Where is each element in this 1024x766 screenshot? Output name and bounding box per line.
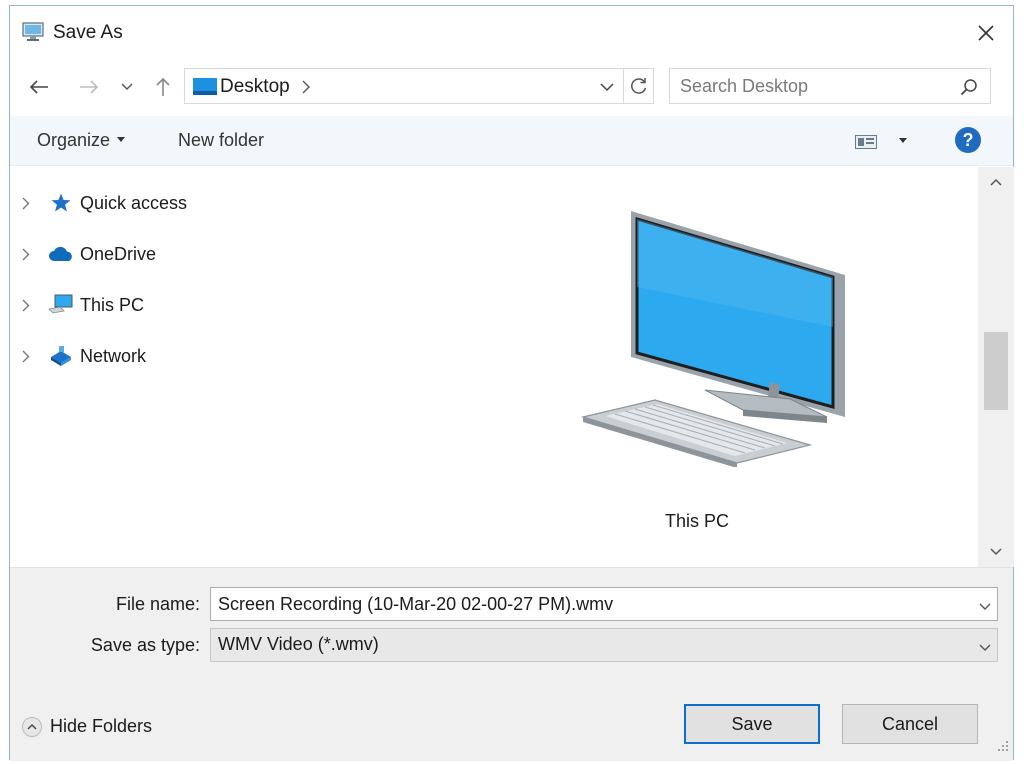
refresh-icon [630, 78, 646, 94]
address-dropdown-button[interactable] [595, 75, 619, 99]
expand-chevron-icon[interactable] [10, 299, 38, 312]
file-name-field[interactable] [210, 587, 998, 621]
up-arrow-icon [156, 77, 170, 96]
file-list: This PC [260, 167, 978, 567]
command-bar: Organize New folder ? [10, 116, 1013, 166]
chevron-down-icon [121, 83, 133, 91]
file-name-input[interactable] [218, 592, 958, 616]
search-box[interactable] [669, 68, 991, 104]
save-button[interactable]: Save [684, 704, 820, 744]
tree-item-this-pc[interactable]: This PC [10, 290, 250, 320]
refresh-button[interactable] [623, 69, 653, 103]
this-pc-item[interactable] [565, 207, 855, 472]
chevron-down-icon [979, 644, 991, 651]
search-input[interactable] [680, 74, 950, 98]
desktop-icon [193, 78, 217, 95]
close-icon [978, 25, 994, 41]
tree-item-label: This PC [80, 294, 145, 315]
file-name-label: File name: [115, 594, 200, 614]
breadcrumb-desktop[interactable]: Desktop [220, 76, 290, 98]
organize-label: Organize [37, 130, 111, 150]
star-icon [46, 190, 76, 216]
save-type-value: WMV Video (*.wmv) [218, 634, 379, 654]
search-icon[interactable] [960, 78, 978, 101]
organize-menu[interactable]: Organize [37, 130, 126, 151]
computer-icon [46, 292, 76, 318]
caret-down-icon[interactable] [899, 137, 907, 143]
tree-item-quick-access[interactable]: Quick access [10, 188, 250, 218]
caret-down-icon [117, 136, 126, 142]
chevron-down-icon [979, 603, 991, 610]
back-button[interactable] [26, 74, 52, 100]
new-folder-button[interactable]: New folder [178, 130, 264, 151]
hide-folders-button[interactable]: Hide Folders [22, 716, 152, 737]
address-bar[interactable]: Desktop [184, 68, 654, 104]
close-button[interactable] [969, 16, 1003, 50]
computer-icon [580, 211, 845, 468]
view-options-button[interactable] [855, 132, 915, 152]
file-name-dropdown[interactable] [979, 595, 991, 616]
save-type-select[interactable]: WMV Video (*.wmv) [210, 628, 998, 662]
chevron-down-icon [990, 548, 1002, 556]
title-bar: Save As [10, 6, 1013, 58]
cancel-button[interactable]: Cancel [842, 704, 978, 744]
tree-item-onedrive[interactable]: OneDrive [10, 239, 250, 269]
item-label[interactable]: This PC [665, 511, 729, 532]
save-as-dialog: Save As Desktop Search Desktop Organize … [9, 5, 1014, 761]
expand-chevron-icon[interactable] [10, 350, 38, 363]
scroll-thumb[interactable] [984, 332, 1008, 410]
up-button[interactable] [150, 74, 176, 100]
breadcrumb-chevron-icon[interactable] [302, 78, 310, 99]
back-arrow-icon [29, 80, 48, 94]
tree-item-label: OneDrive [80, 243, 157, 264]
tree-item-label: Quick access [80, 192, 188, 213]
recent-locations-button[interactable] [114, 74, 140, 100]
resize-grip-icon[interactable] [997, 736, 1009, 757]
view-options-icon [855, 135, 877, 149]
scroll-up-button[interactable] [978, 167, 1014, 197]
tree-item-network[interactable]: Network [10, 341, 250, 371]
vertical-scrollbar[interactable] [978, 167, 1014, 567]
help-button[interactable]: ? [955, 127, 981, 153]
navigation-pane: Quick access OneDrive This PC Network [10, 167, 260, 567]
save-type-dropdown[interactable] [979, 636, 991, 657]
hide-folders-label: Hide Folders [50, 716, 153, 736]
forward-button[interactable] [76, 74, 102, 100]
expand-chevron-icon[interactable] [10, 197, 38, 210]
collapse-up-icon [22, 716, 42, 737]
tree-item-label: Network [80, 345, 147, 366]
save-type-label: Save as type: [90, 635, 200, 655]
navigation-bar: Desktop [10, 64, 1013, 110]
forward-arrow-icon [80, 80, 99, 94]
cloud-icon [46, 241, 76, 267]
scroll-down-button[interactable] [978, 537, 1014, 567]
computer-save-icon [22, 21, 44, 43]
window-title: Save As [53, 22, 123, 43]
chevron-down-icon [600, 82, 614, 91]
chevron-up-icon [990, 178, 1002, 186]
save-options-panel: File name: Save as type: WMV Video (*.wm… [10, 567, 1013, 761]
network-icon [46, 343, 76, 369]
expand-chevron-icon[interactable] [10, 248, 38, 261]
